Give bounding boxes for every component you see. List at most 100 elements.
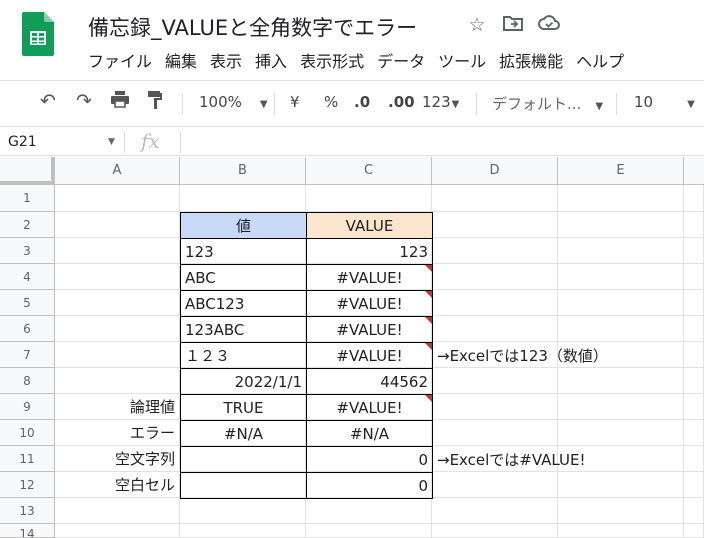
- cell-c9[interactable]: #VALUE!: [306, 394, 433, 421]
- font-select[interactable]: デフォルト... ▼: [492, 93, 603, 114]
- grid-cell[interactable]: [55, 498, 180, 524]
- row-header-11[interactable]: 11: [0, 446, 55, 472]
- increase-decimal-button[interactable]: .00: [388, 93, 415, 111]
- cell-a12[interactable]: 空白セル: [55, 472, 180, 498]
- grid-cell[interactable]: [558, 368, 684, 394]
- grid-cell[interactable]: [558, 212, 684, 238]
- cell-c4[interactable]: #VALUE!: [306, 264, 433, 291]
- row-header-2[interactable]: 2: [0, 212, 55, 238]
- zoom-select[interactable]: 100% ▼: [199, 93, 268, 111]
- row-header-13[interactable]: 13: [0, 498, 55, 524]
- sheets-logo-icon[interactable]: [22, 12, 54, 56]
- grid-cell[interactable]: [558, 316, 684, 342]
- redo-icon[interactable]: ↷: [76, 90, 92, 112]
- row-header-7[interactable]: 7: [0, 342, 55, 368]
- grid-cell[interactable]: [180, 498, 306, 524]
- cell-a11[interactable]: 空文字列: [55, 446, 180, 472]
- menu-data[interactable]: データ: [377, 48, 425, 72]
- font-size-select[interactable]: 10 ▼: [634, 93, 695, 111]
- row-header-12[interactable]: 12: [0, 472, 55, 498]
- grid-cell[interactable]: [558, 394, 684, 420]
- row-header-4[interactable]: 4: [0, 264, 55, 290]
- grid-cell[interactable]: [684, 264, 704, 290]
- chevron-down-icon[interactable]: ▼: [108, 137, 115, 147]
- grid-cell[interactable]: [684, 185, 704, 212]
- grid-cell[interactable]: [432, 238, 558, 264]
- cell-c7[interactable]: #VALUE!: [306, 342, 433, 369]
- cell-c6[interactable]: #VALUE!: [306, 316, 433, 343]
- error-marker-icon[interactable]: [425, 265, 432, 272]
- cell-c11[interactable]: 0: [306, 446, 433, 473]
- cell-d11[interactable]: →Excelでは#VALUE!: [437, 449, 586, 470]
- grid-cell[interactable]: [306, 524, 432, 538]
- print-icon[interactable]: [110, 90, 130, 113]
- row-header-9[interactable]: 9: [0, 394, 55, 420]
- grid-cell[interactable]: [558, 290, 684, 316]
- grid-cell[interactable]: [684, 498, 704, 524]
- grid-cell[interactable]: [558, 498, 684, 524]
- row-header-6[interactable]: 6: [0, 316, 55, 342]
- cell-b12[interactable]: [180, 472, 307, 499]
- grid-cell[interactable]: [432, 212, 558, 238]
- cell-c5[interactable]: #VALUE!: [306, 290, 433, 317]
- menu-view[interactable]: 表示: [210, 48, 242, 72]
- grid-cell[interactable]: [432, 394, 558, 420]
- grid-cell[interactable]: [558, 420, 684, 446]
- row-header-3[interactable]: 3: [0, 238, 55, 264]
- cell-b9[interactable]: TRUE: [180, 394, 307, 421]
- grid-cell[interactable]: [684, 420, 704, 446]
- grid-cell[interactable]: [558, 238, 684, 264]
- cell-b11[interactable]: [180, 446, 307, 473]
- cell-b6[interactable]: 123ABC: [180, 316, 307, 343]
- grid-cell[interactable]: [432, 316, 558, 342]
- decrease-decimal-button[interactable]: .0: [354, 93, 370, 111]
- currency-format-button[interactable]: ¥: [290, 93, 300, 111]
- cell-b2[interactable]: 値: [180, 212, 307, 239]
- grid-cell[interactable]: [558, 472, 684, 498]
- grid-cell[interactable]: [432, 498, 558, 524]
- grid-cell[interactable]: [558, 264, 684, 290]
- grid-cell[interactable]: [55, 316, 180, 342]
- column-header-b[interactable]: B: [180, 157, 306, 185]
- cell-c10[interactable]: #N/A: [306, 420, 433, 447]
- grid-cell[interactable]: [684, 368, 704, 394]
- grid-cell[interactable]: [55, 185, 180, 212]
- cell-d7[interactable]: →Excelでは123（数値）: [437, 345, 608, 366]
- grid-cell[interactable]: [684, 238, 704, 264]
- row-header-1[interactable]: 1: [0, 185, 55, 212]
- grid-cell[interactable]: [684, 472, 704, 498]
- undo-icon[interactable]: ↶: [40, 90, 56, 112]
- document-title[interactable]: 備忘録_VALUEと全角数字でエラー: [88, 12, 417, 42]
- error-marker-icon[interactable]: [425, 317, 432, 324]
- grid-cell[interactable]: [55, 342, 180, 368]
- percent-format-button[interactable]: %: [324, 93, 338, 111]
- cell-b7[interactable]: １２３: [180, 342, 307, 369]
- cell-b3[interactable]: 123: [180, 238, 307, 265]
- cell-a10[interactable]: エラー: [55, 420, 180, 446]
- grid-cell[interactable]: [432, 472, 558, 498]
- grid-cell[interactable]: [684, 316, 704, 342]
- cell-b8[interactable]: 2022/1/1: [180, 368, 307, 395]
- menu-format[interactable]: 表示形式: [300, 48, 364, 72]
- grid-cell[interactable]: [684, 394, 704, 420]
- grid-cell[interactable]: [684, 290, 704, 316]
- grid-cell[interactable]: [432, 185, 558, 212]
- column-header-c[interactable]: C: [306, 157, 432, 185]
- error-marker-icon[interactable]: [425, 395, 432, 402]
- grid-cell[interactable]: [558, 185, 684, 212]
- menu-tools[interactable]: ツール: [438, 48, 486, 72]
- row-header-5[interactable]: 5: [0, 290, 55, 316]
- cell-c3[interactable]: 123: [306, 238, 433, 265]
- grid-cell[interactable]: [180, 524, 306, 538]
- grid-cell[interactable]: [432, 290, 558, 316]
- cell-b10[interactable]: #N/A: [180, 420, 307, 447]
- grid-cell[interactable]: [684, 342, 704, 368]
- grid-cell[interactable]: [306, 185, 432, 212]
- grid-cell[interactable]: [432, 524, 558, 538]
- error-marker-icon[interactable]: [425, 291, 432, 298]
- grid-cell[interactable]: [55, 368, 180, 394]
- grid-cell[interactable]: [180, 185, 306, 212]
- cell-c2[interactable]: VALUE: [306, 212, 433, 239]
- paint-format-icon[interactable]: [146, 90, 164, 115]
- cell-b5[interactable]: ABC123: [180, 290, 307, 317]
